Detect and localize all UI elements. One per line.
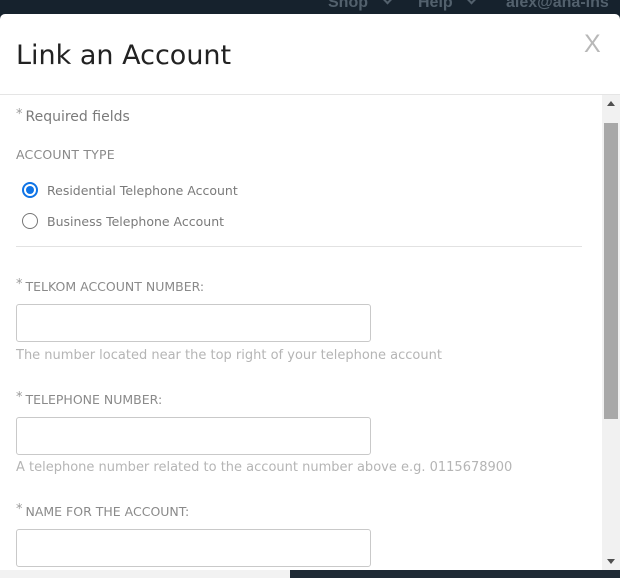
account-number-input[interactable] <box>16 304 371 342</box>
page-background-bottom <box>0 570 620 578</box>
nav-shop[interactable]: Shop <box>328 0 368 12</box>
account-name-label: * NAME FOR THE ACCOUNT: <box>16 502 190 519</box>
telephone-number-label: * TELEPHONE NUMBER: <box>16 390 163 407</box>
account-name-input[interactable] <box>16 529 371 567</box>
link-account-modal: Link an Account X * Required fields ACCOU… <box>0 14 620 570</box>
scrollbar-thumb[interactable] <box>604 123 618 419</box>
required-fields-note: * Required fields <box>16 107 130 125</box>
radio-label: Business Telephone Account <box>47 213 225 229</box>
nav-help[interactable]: Help <box>418 0 453 12</box>
required-star: * <box>16 107 23 122</box>
account-type-label: ACCOUNT TYPE <box>16 147 115 162</box>
radio-button-selected[interactable] <box>22 182 38 198</box>
radio-label: Residential Telephone Account <box>47 182 238 198</box>
modal-scrollbar[interactable] <box>602 95 620 570</box>
telephone-number-input[interactable] <box>16 417 371 455</box>
radio-button[interactable] <box>22 213 38 229</box>
telephone-number-help: A telephone number related to the accoun… <box>16 460 513 475</box>
radio-residential-account[interactable]: Residential Telephone Account <box>22 182 238 198</box>
radio-business-account[interactable]: Business Telephone Account <box>22 213 224 229</box>
scroll-down-arrow-icon[interactable] <box>607 559 615 564</box>
chevron-down-icon <box>466 0 477 5</box>
scroll-up-arrow-icon[interactable] <box>607 101 615 106</box>
close-button[interactable]: X <box>584 30 601 59</box>
account-number-label: * TELKOM ACCOUNT NUMBER: <box>16 277 205 294</box>
modal-header: Link an Account X <box>0 14 620 95</box>
nav-user-account[interactable]: alex@ana-ins <box>506 0 609 12</box>
page-content-edge <box>0 570 290 578</box>
chevron-down-icon <box>382 0 393 5</box>
modal-title: Link an Account <box>16 40 232 71</box>
account-number-help: The number located near the top right of… <box>16 348 442 363</box>
divider <box>16 246 582 247</box>
modal-body: * Required fields ACCOUNT TYPE Residentia… <box>0 95 602 570</box>
